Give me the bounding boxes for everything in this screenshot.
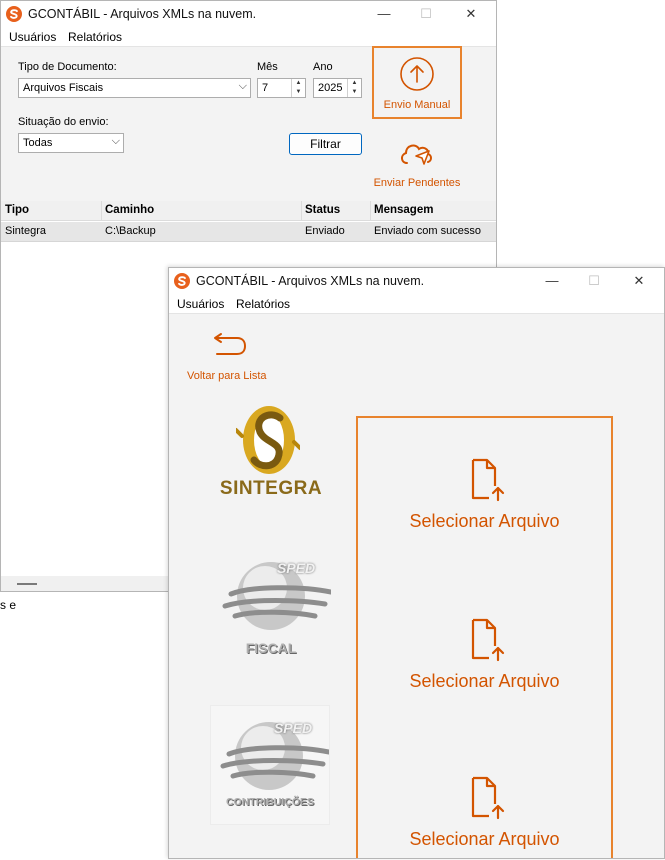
- selecionar-arquivo-label: Selecionar Arquivo: [409, 671, 560, 691]
- menu-usuarios[interactable]: Usuários: [177, 297, 224, 311]
- selecionar-arquivo-label: Selecionar Arquivo: [409, 511, 560, 531]
- background-text-fragment: s e: [0, 598, 17, 612]
- selecionar-arquivo-sped-contribuicoes-button[interactable]: Selecionar Arquivo: [358, 774, 611, 850]
- window-title: GCONTÁBIL - Arquivos XMLs na nuvem.: [196, 274, 425, 288]
- menu-bar: Usuários Relatórios: [1, 27, 496, 47]
- gcontabil-logo-icon: [174, 273, 190, 289]
- selecionar-arquivos-panel: Selecionar Arquivo Selecionar Arquivo Se…: [356, 416, 613, 858]
- column-separator: [301, 201, 302, 221]
- sintegra-emblem-icon: [236, 406, 300, 474]
- situacao-select[interactable]: Todas ⌵: [18, 133, 124, 153]
- envio-manual-button[interactable]: Envio Manual: [372, 46, 462, 119]
- column-header-status[interactable]: Status: [305, 204, 340, 216]
- minimize-button[interactable]: —: [366, 1, 402, 27]
- menu-relatorios[interactable]: Relatórios: [236, 297, 290, 311]
- mes-label: Mês: [257, 61, 278, 73]
- close-button[interactable]: ✕: [453, 1, 489, 27]
- tipo-documento-select[interactable]: Arquivos Fiscais ⌵: [18, 78, 251, 98]
- sped-contribuicoes-brand-text: CONTRIBUIÇÕES: [225, 796, 315, 808]
- sped-contribuicoes-logo: SPED CONTRIBUIÇÕES: [210, 705, 330, 825]
- sintegra-logo: SINTEGRA: [211, 402, 322, 502]
- column-header-mensagem[interactable]: Mensagem: [374, 204, 433, 216]
- filtrar-button[interactable]: Filtrar: [289, 133, 362, 155]
- voltar-lista-button[interactable]: Voltar para Lista: [187, 332, 297, 388]
- chevron-down-icon: ⌵: [238, 80, 247, 92]
- column-header-caminho[interactable]: Caminho: [105, 204, 154, 216]
- cell-tipo: Sintegra: [5, 225, 46, 237]
- envio-manual-label: Envio Manual: [383, 99, 451, 111]
- title-bar: GCONTÁBIL - Arquivos XMLs na nuvem. — ☐ …: [169, 268, 664, 294]
- column-separator: [370, 201, 371, 221]
- close-button[interactable]: ✕: [621, 268, 657, 294]
- cell-caminho: C:\Backup: [105, 225, 156, 237]
- situacao-value: Todas: [23, 137, 53, 149]
- menu-usuarios[interactable]: Usuários: [9, 30, 56, 44]
- selecionar-arquivo-sped-fiscal-button[interactable]: Selecionar Arquivo: [358, 616, 611, 692]
- menu-relatorios[interactable]: Relatórios: [68, 30, 122, 44]
- enviar-pendentes-label: Enviar Pendentes: [373, 177, 461, 189]
- window-title: GCONTÁBIL - Arquivos XMLs na nuvem.: [28, 7, 257, 21]
- selecionar-arquivo-label: Selecionar Arquivo: [409, 829, 560, 849]
- sped-fiscal-logo: SPED FISCAL: [211, 554, 331, 664]
- minimize-button[interactable]: —: [534, 268, 570, 294]
- tipo-documento-label: Tipo de Documento:: [18, 61, 117, 73]
- ano-label: Ano: [313, 61, 333, 73]
- title-bar: GCONTÁBIL - Arquivos XMLs na nuvem. — ☐ …: [1, 1, 496, 27]
- column-header-tipo[interactable]: Tipo: [5, 204, 29, 216]
- upload-circle-icon: [400, 57, 434, 91]
- scrollbar-thumb[interactable]: [17, 583, 37, 585]
- ano-value: 2025: [318, 82, 343, 94]
- situacao-label: Situação do envio:: [18, 116, 109, 128]
- cloud-send-icon: [401, 144, 432, 165]
- file-upload-icon: [471, 458, 504, 502]
- cell-mensagem: Enviado com sucesso: [374, 225, 481, 237]
- sintegra-brand-text: SINTEGRA: [219, 478, 323, 499]
- chevron-down-icon: ⌵: [111, 135, 120, 147]
- cell-status: Enviado: [305, 225, 345, 237]
- manual-panel: Voltar para Lista SINTEGRA SPED FISCAL S…: [169, 314, 664, 858]
- mes-stepper[interactable]: 7 ▲ ▼: [257, 78, 306, 98]
- selecionar-arquivo-sintegra-button[interactable]: Selecionar Arquivo: [358, 456, 611, 532]
- maximize-button[interactable]: ☐: [576, 268, 612, 294]
- gcontabil-logo-icon: [6, 6, 22, 22]
- table-row[interactable]: Sintegra C:\Backup Enviado Enviado com s…: [1, 222, 496, 242]
- sped-fiscal-top-text: SPED: [276, 560, 316, 576]
- table-header: Tipo Caminho Status Mensagem: [1, 201, 496, 221]
- envio-manual-window: GCONTÁBIL - Arquivos XMLs na nuvem. — ☐ …: [168, 267, 665, 859]
- spin-arrows-icon[interactable]: ▲ ▼: [347, 79, 361, 97]
- sped-contribuicoes-top-text: SPED: [273, 720, 313, 736]
- ano-stepper[interactable]: 2025 ▲ ▼: [313, 78, 362, 98]
- voltar-lista-label: Voltar para Lista: [187, 370, 267, 382]
- file-upload-icon: [471, 618, 504, 662]
- back-arrow-icon: [214, 333, 247, 355]
- maximize-button[interactable]: ☐: [408, 1, 444, 27]
- tipo-documento-value: Arquivos Fiscais: [23, 82, 104, 94]
- file-upload-icon: [471, 776, 504, 820]
- enviar-pendentes-button[interactable]: Enviar Pendentes: [369, 137, 465, 191]
- spin-arrows-icon[interactable]: ▲ ▼: [291, 79, 305, 97]
- column-separator: [101, 201, 102, 221]
- mes-value: 7: [262, 82, 269, 94]
- sped-fiscal-brand-text: FISCAL: [245, 640, 297, 656]
- menu-bar: Usuários Relatórios: [169, 294, 664, 314]
